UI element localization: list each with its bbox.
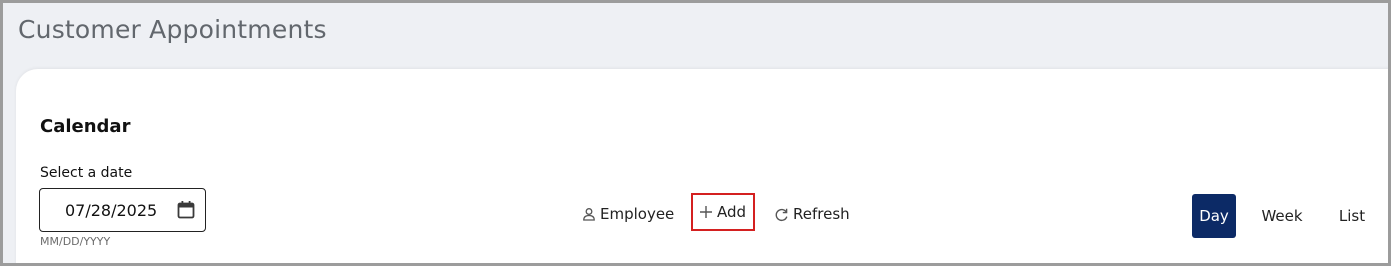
app-frame: Customer Appointments Calendar Select a … bbox=[0, 0, 1391, 266]
calendar-card: Calendar Select a date 07/28/2025 MM/DD/… bbox=[16, 69, 1388, 263]
calendar-heading: Calendar bbox=[40, 116, 131, 137]
employee-button[interactable]: Employee bbox=[582, 201, 674, 227]
refresh-label: Refresh bbox=[793, 205, 850, 223]
refresh-button[interactable]: Refresh bbox=[774, 201, 850, 227]
date-label: Select a date bbox=[40, 165, 133, 181]
view-week-button[interactable]: Week bbox=[1252, 194, 1312, 238]
date-format-hint: MM/DD/YYYY bbox=[40, 235, 111, 248]
person-icon bbox=[583, 208, 595, 221]
calendar-icon[interactable] bbox=[176, 200, 196, 220]
page-title: Customer Appointments bbox=[18, 15, 327, 44]
plus-icon bbox=[700, 206, 712, 218]
view-list-button[interactable]: List bbox=[1328, 194, 1376, 238]
add-button[interactable]: Add bbox=[691, 193, 756, 231]
view-day-button[interactable]: Day bbox=[1192, 194, 1236, 238]
date-input[interactable]: 07/28/2025 bbox=[39, 188, 206, 232]
employee-label: Employee bbox=[600, 205, 675, 223]
date-value[interactable]: 07/28/2025 bbox=[65, 201, 157, 220]
refresh-icon bbox=[775, 208, 788, 221]
add-label: Add bbox=[717, 203, 747, 221]
